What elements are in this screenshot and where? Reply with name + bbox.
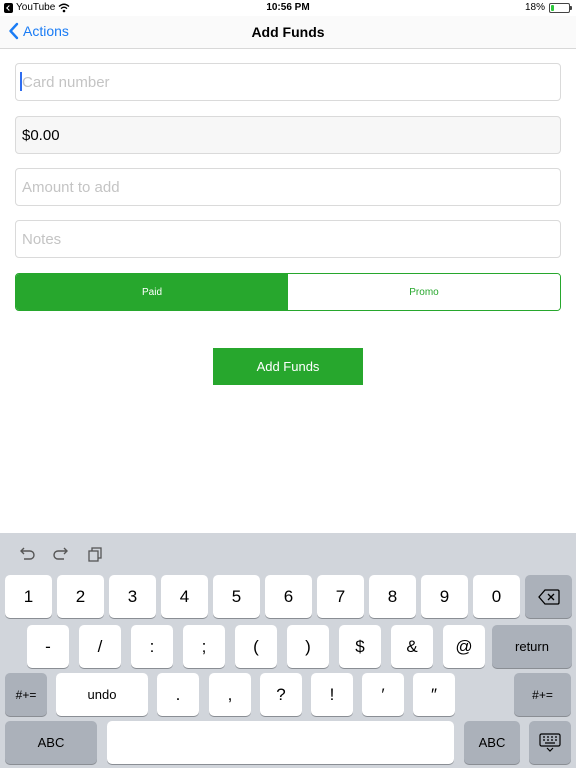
key-2[interactable]: 2 (57, 575, 104, 618)
navigation-bar: Actions Add Funds (0, 16, 576, 49)
status-right: 18% (524, 2, 572, 13)
key-0[interactable]: 0 (473, 575, 520, 618)
add-funds-button[interactable]: Add Funds (213, 348, 363, 385)
key-5[interactable]: 5 (213, 575, 260, 618)
segment-paid[interactable]: Paid (16, 274, 288, 310)
key-open-paren[interactable]: ( (235, 625, 277, 668)
space-key[interactable] (107, 721, 454, 764)
keyboard-shortcut-bar (0, 533, 576, 573)
keyboard: 1 2 3 4 5 6 7 8 9 0 - / : ; ( ) $ & @ re… (0, 533, 576, 768)
key-at[interactable]: @ (443, 625, 485, 668)
symbols-key-left[interactable]: #+= (5, 673, 47, 716)
balance-value: $0.00 (22, 126, 60, 144)
key-double-prime[interactable]: ″ (413, 673, 455, 716)
key-period[interactable]: . (157, 673, 199, 716)
hide-keyboard-key[interactable] (529, 721, 571, 764)
abc-key-left[interactable]: ABC (5, 721, 97, 764)
key-3[interactable]: 3 (109, 575, 156, 618)
balance-field: $0.00 (15, 116, 561, 154)
key-ampersand[interactable]: & (391, 625, 433, 668)
key-dollar[interactable]: $ (339, 625, 381, 668)
key-7[interactable]: 7 (317, 575, 364, 618)
backspace-icon (537, 588, 560, 605)
card-number-input[interactable] (22, 73, 560, 91)
backspace-key[interactable] (525, 575, 572, 618)
symbols-key-right[interactable]: #+= (514, 673, 571, 716)
amount-field[interactable] (15, 168, 561, 206)
keyboard-hide-icon (539, 732, 561, 752)
key-6[interactable]: 6 (265, 575, 312, 618)
abc-key-right[interactable]: ABC (464, 721, 520, 764)
battery-level (551, 4, 555, 11)
status-time: 10:56 PM (266, 2, 310, 13)
card-number-field[interactable] (15, 63, 561, 101)
payment-type-segmented-control: Paid Promo (15, 273, 561, 311)
key-semicolon[interactable]: ; (183, 625, 225, 668)
key-1[interactable]: 1 (5, 575, 52, 618)
key-colon[interactable]: : (131, 625, 173, 668)
key-slash[interactable]: / (79, 625, 121, 668)
undo-icon[interactable] (18, 545, 36, 563)
text-cursor (20, 72, 22, 91)
key-close-paren[interactable]: ) (287, 625, 329, 668)
page-title: Add Funds (251, 24, 325, 40)
status-bar: YouTube 10:56 PM 18% (0, 0, 576, 16)
notes-input[interactable] (22, 230, 560, 248)
undo-key[interactable]: undo (56, 673, 148, 716)
key-9[interactable]: 9 (421, 575, 468, 618)
key-prime[interactable]: ′ (362, 673, 404, 716)
key-8[interactable]: 8 (369, 575, 416, 618)
battery-icon (549, 2, 572, 13)
key-comma[interactable]: , (209, 673, 251, 716)
segment-promo[interactable]: Promo (288, 274, 560, 310)
amount-input[interactable] (22, 178, 560, 196)
redo-icon[interactable] (52, 545, 70, 563)
paste-icon[interactable] (86, 545, 104, 563)
key-hyphen[interactable]: - (27, 625, 69, 668)
key-4[interactable]: 4 (161, 575, 208, 618)
notes-field[interactable] (15, 220, 561, 258)
return-key[interactable]: return (492, 625, 572, 668)
key-question[interactable]: ? (260, 673, 302, 716)
battery-percent: 18% (524, 2, 545, 13)
key-exclamation[interactable]: ! (311, 673, 353, 716)
